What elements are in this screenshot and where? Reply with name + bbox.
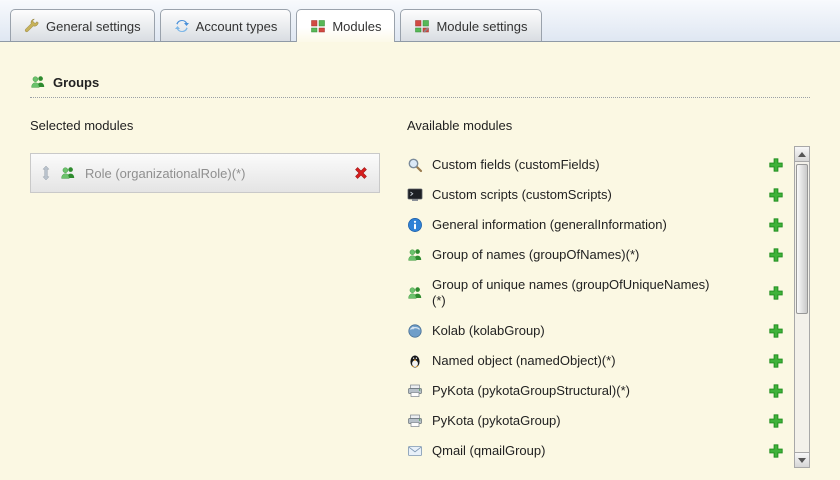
module-label: Kolab (kolabGroup) xyxy=(432,323,545,338)
add-module-button[interactable] xyxy=(768,217,784,233)
section-title: Groups xyxy=(53,74,100,90)
tab-module-settings[interactable]: Module settings xyxy=(400,9,542,41)
module-label: General information (generalInformation) xyxy=(432,217,667,232)
terminal-icon xyxy=(407,187,423,203)
available-module-row: Custom scripts (customScripts) xyxy=(407,180,784,210)
scroll-up-button[interactable] xyxy=(795,147,809,162)
remove-module-button[interactable] xyxy=(353,165,369,181)
group-icon xyxy=(30,74,46,90)
mail-icon xyxy=(407,443,423,459)
tab-label: Module settings xyxy=(436,18,528,34)
module-label: Group of names (groupOfNames)(*) xyxy=(432,247,640,262)
add-module-button[interactable] xyxy=(768,383,784,399)
selected-modules-heading: Selected modules xyxy=(30,118,134,133)
module-columns: Selected modules Role (organizationalRol… xyxy=(30,118,810,474)
tab-label: General settings xyxy=(46,18,141,34)
available-modules-heading: Available modules xyxy=(407,118,513,133)
arrow-up-icon xyxy=(798,151,806,157)
module-label: Qmail (qmailGroup) xyxy=(432,443,546,458)
tab-general-settings[interactable]: General settings xyxy=(10,9,155,41)
drag-handle-icon[interactable] xyxy=(41,165,51,181)
available-modules-scrollbar[interactable] xyxy=(794,146,810,468)
tab-label: Account types xyxy=(195,18,278,34)
penguin-icon xyxy=(407,353,423,369)
group-icon xyxy=(407,285,423,301)
available-module-row: Qmail (qmailGroup) xyxy=(407,436,784,466)
sync-icon xyxy=(174,18,190,34)
available-module-row: Kolab (kolabGroup) xyxy=(407,316,784,346)
available-module-row: PyKota (pykotaGroup) xyxy=(407,406,784,436)
module-label: Custom fields (customFields) xyxy=(432,157,600,172)
tab-modules[interactable]: Modules xyxy=(296,9,396,42)
available-module-row: Custom fields (customFields) xyxy=(407,150,784,180)
available-module-row: Group of names (groupOfNames)(*) xyxy=(407,240,784,270)
module-label: PyKota (pykotaGroupStructural)(*) xyxy=(432,383,630,398)
available-module-row: Group of unique names (groupOfUniqueName… xyxy=(407,270,784,316)
tab-label: Modules xyxy=(332,18,382,34)
magnifier-icon xyxy=(407,157,423,173)
modules-icon xyxy=(310,18,326,34)
available-module-row: General information (generalInformation) xyxy=(407,210,784,240)
lam-config-page: General settings Account types Modules M… xyxy=(0,0,840,480)
add-module-button[interactable] xyxy=(768,323,784,339)
add-module-button[interactable] xyxy=(768,443,784,459)
module-label: PyKota (pykotaGroup) xyxy=(432,413,561,428)
wrench-icon xyxy=(24,18,40,34)
groups-section-header: Groups xyxy=(30,74,810,98)
scroll-down-button[interactable] xyxy=(795,452,809,467)
tab-bar: General settings Account types Modules M… xyxy=(0,0,840,42)
available-modules-list: Custom fields (customFields) Custom scri… xyxy=(407,150,784,466)
add-module-button[interactable] xyxy=(768,247,784,263)
selected-module-label: Role (organizationalRole)(*) xyxy=(85,165,246,181)
available-module-row: Named object (namedObject)(*) xyxy=(407,346,784,376)
add-module-button[interactable] xyxy=(768,187,784,203)
available-modules-column: Available modules Custom fields (customF… xyxy=(407,118,810,474)
module-label: Named object (namedObject)(*) xyxy=(432,353,616,368)
selected-module-row[interactable]: Role (organizationalRole)(*) xyxy=(30,153,380,193)
modules-tab-content: Groups Selected modules Role (organizati… xyxy=(0,42,840,480)
group-icon xyxy=(60,165,76,181)
printer-icon xyxy=(407,383,423,399)
printer-icon xyxy=(407,413,423,429)
info-icon xyxy=(407,217,423,233)
tab-account-types[interactable]: Account types xyxy=(159,9,292,41)
group-icon xyxy=(407,247,423,263)
arrow-down-icon xyxy=(798,457,806,463)
scrollbar-thumb[interactable] xyxy=(796,164,808,314)
module-label: Custom scripts (customScripts) xyxy=(432,187,612,202)
add-module-button[interactable] xyxy=(768,285,784,301)
add-module-button[interactable] xyxy=(768,413,784,429)
module-label: Group of unique names (groupOfUniqueName… xyxy=(432,277,710,308)
selected-modules-column: Selected modules Role (organizationalRol… xyxy=(30,118,380,474)
module-settings-icon xyxy=(414,18,430,34)
kolab-icon xyxy=(407,323,423,339)
add-module-button[interactable] xyxy=(768,353,784,369)
add-module-button[interactable] xyxy=(768,157,784,173)
available-module-row: PyKota (pykotaGroupStructural)(*) xyxy=(407,376,784,406)
